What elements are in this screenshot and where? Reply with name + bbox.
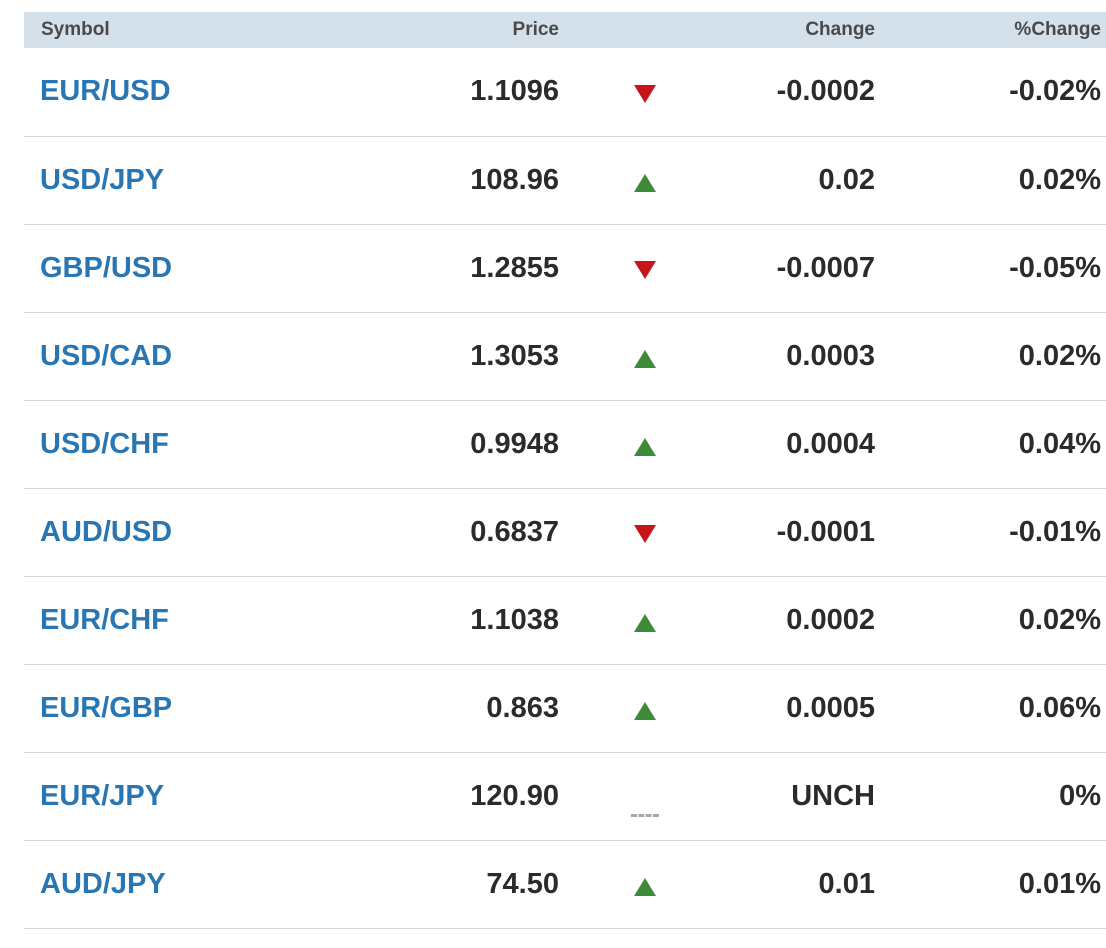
symbol-link[interactable]: USD/CAD xyxy=(40,340,172,372)
symbol-cell: EUR/GBP xyxy=(24,664,381,752)
direction-cell xyxy=(559,840,731,928)
price-cell: 74.50 xyxy=(486,867,559,900)
symbol-link[interactable]: USD/CHF xyxy=(40,428,169,460)
symbol-link[interactable]: EUR/CHF xyxy=(40,604,169,636)
table-row: EUR/JPY 120.90 UNCH 0% xyxy=(24,752,1106,840)
symbol-cell: EUR/JPY xyxy=(24,752,381,840)
pct-change-cell: -0.05% xyxy=(1009,251,1101,284)
direction-cell xyxy=(559,752,731,840)
direction-cell xyxy=(559,48,731,136)
direction-cell xyxy=(559,400,731,488)
change-cell: 0.01 xyxy=(818,867,875,900)
header-row: Symbol Price Change %Change xyxy=(24,12,1106,48)
direction-cell xyxy=(559,312,731,400)
arrow-down-icon xyxy=(634,261,656,279)
table-row: USD/CAD 1.3053 0.0003 0.02% xyxy=(24,312,1106,400)
symbol-cell: EUR/CHF xyxy=(24,576,381,664)
symbol-cell: EUR/USD xyxy=(24,48,381,136)
arrow-down-icon xyxy=(634,525,656,543)
symbol-link[interactable]: EUR/USD xyxy=(40,75,171,107)
arrow-up-icon xyxy=(634,438,656,456)
direction-cell xyxy=(559,224,731,312)
symbol-cell: USD/CHF xyxy=(24,400,381,488)
pct-change-cell: 0.06% xyxy=(1018,691,1101,724)
arrow-up-icon xyxy=(634,350,656,368)
pct-change-cell: 0.02% xyxy=(1018,339,1101,372)
direction-cell xyxy=(559,664,731,752)
table-row: USD/CHF 0.9948 0.0004 0.04% xyxy=(24,400,1106,488)
change-cell: -0.0001 xyxy=(776,515,875,548)
header-direction xyxy=(559,12,731,48)
table-header: Symbol Price Change %Change xyxy=(24,12,1106,48)
symbol-link[interactable]: GBP/USD xyxy=(40,252,172,284)
price-cell: 0.863 xyxy=(486,691,559,724)
arrow-up-icon xyxy=(634,702,656,720)
symbol-cell: AUD/JPY xyxy=(24,840,381,928)
symbol-cell: USD/JPY xyxy=(24,136,381,224)
price-cell: 1.2855 xyxy=(470,251,559,284)
pct-change-cell: 0.01% xyxy=(1018,867,1101,900)
header-price[interactable]: Price xyxy=(381,12,559,48)
change-cell: 0.02 xyxy=(818,163,875,196)
currency-quotes-table: Symbol Price Change %Change EUR/USD 1.10… xyxy=(24,12,1106,929)
table-row: EUR/GBP 0.863 0.0005 0.06% xyxy=(24,664,1106,752)
pct-change-cell: 0% xyxy=(1059,779,1101,812)
symbol-cell: AUD/USD xyxy=(24,488,381,576)
price-cell: 0.9948 xyxy=(470,427,559,460)
price-cell: 1.3053 xyxy=(470,339,559,372)
arrow-down-icon xyxy=(634,84,656,103)
direction-cell xyxy=(559,576,731,664)
direction-cell xyxy=(559,488,731,576)
change-cell: 0.0002 xyxy=(786,603,875,636)
price-cell: 120.90 xyxy=(470,779,559,812)
change-cell: 0.0005 xyxy=(786,691,875,724)
table-row: GBP/USD 1.2855 -0.0007 -0.05% xyxy=(24,224,1106,312)
pct-change-cell: 0.04% xyxy=(1018,427,1101,460)
pct-change-cell: -0.02% xyxy=(1009,75,1101,108)
table-body: EUR/USD 1.1096 -0.0002 -0.02% USD/JPY 10… xyxy=(24,48,1106,928)
arrow-up-icon xyxy=(634,614,656,632)
symbol-link[interactable]: USD/JPY xyxy=(40,164,164,196)
arrow-up-icon xyxy=(634,878,656,896)
pct-change-cell: 0.02% xyxy=(1018,163,1101,196)
change-cell: -0.0002 xyxy=(776,75,875,108)
change-cell: UNCH xyxy=(791,779,875,812)
price-cell: 1.1096 xyxy=(470,75,559,108)
direction-cell xyxy=(559,136,731,224)
price-cell: 1.1038 xyxy=(470,603,559,636)
change-cell: 0.0004 xyxy=(786,427,875,460)
header-symbol[interactable]: Symbol xyxy=(24,12,381,48)
arrow-up-icon xyxy=(634,174,656,192)
symbol-cell: GBP/USD xyxy=(24,224,381,312)
table-row: EUR/CHF 1.1038 0.0002 0.02% xyxy=(24,576,1106,664)
table-row: AUD/JPY 74.50 0.01 0.01% xyxy=(24,840,1106,928)
unchanged-dash-icon xyxy=(631,813,659,817)
header-pct-change[interactable]: %Change xyxy=(875,12,1106,48)
change-cell: -0.0007 xyxy=(776,251,875,284)
price-cell: 0.6837 xyxy=(470,515,559,548)
table-row: USD/JPY 108.96 0.02 0.02% xyxy=(24,136,1106,224)
symbol-cell: USD/CAD xyxy=(24,312,381,400)
table-row: EUR/USD 1.1096 -0.0002 -0.02% xyxy=(24,48,1106,136)
symbol-link[interactable]: AUD/USD xyxy=(40,516,172,548)
change-cell: 0.0003 xyxy=(786,339,875,372)
symbol-link[interactable]: EUR/JPY xyxy=(40,780,164,812)
header-change[interactable]: Change xyxy=(731,12,875,48)
pct-change-cell: 0.02% xyxy=(1018,603,1101,636)
symbol-link[interactable]: EUR/GBP xyxy=(40,692,172,724)
price-cell: 108.96 xyxy=(470,163,559,196)
symbol-link[interactable]: AUD/JPY xyxy=(40,868,166,900)
table-row: AUD/USD 0.6837 -0.0001 -0.01% xyxy=(24,488,1106,576)
pct-change-cell: -0.01% xyxy=(1009,515,1101,548)
